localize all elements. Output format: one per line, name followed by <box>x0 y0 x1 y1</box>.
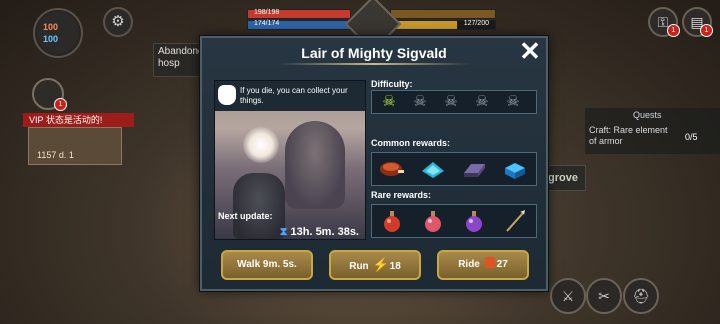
walk-button[interactable]: Walk 9m. 5s. <box>221 250 313 280</box>
notification-badge: 1 <box>700 24 713 37</box>
red-potion-icon[interactable] <box>378 208 406 234</box>
notification-badge: 1 <box>667 24 680 37</box>
skull-icon: ☠ <box>475 93 489 110</box>
quest-count: 0/5 <box>685 132 698 142</box>
raid-modal: Lair of Mighty Sigvald ✕ If you die, you… <box>200 36 548 291</box>
blue-chest-icon[interactable] <box>501 156 529 182</box>
hp-bar: 198/198 <box>247 9 351 19</box>
pink-potion-icon[interactable] <box>419 208 447 234</box>
bag-icon <box>218 85 236 105</box>
skull-icon: ☠ <box>444 93 458 110</box>
spear-icon[interactable] <box>501 208 529 234</box>
blue-crystal-icon[interactable] <box>419 156 447 182</box>
scissors-icon[interactable]: ✂ <box>586 278 622 314</box>
title-divider <box>277 63 471 65</box>
warrior-figure <box>233 173 285 239</box>
run-button[interactable]: Run ⚡18 <box>329 250 421 280</box>
skull-icon: ☠ <box>382 93 396 110</box>
skull-icon: ☠ <box>413 93 427 110</box>
water-value: 100 <box>43 34 59 44</box>
hourglass-icon: ⧗ <box>279 226 288 238</box>
energy-text: 174/174 <box>254 20 280 27</box>
guild-card[interactable]: 1157 d. 1 <box>28 127 122 165</box>
next-update-label: Next update: <box>218 211 273 221</box>
run-cost: 18 <box>389 261 401 272</box>
common-rewards-label: Common rewards: <box>371 138 451 148</box>
cooked-meat-icon[interactable] <box>378 156 406 182</box>
stamina-bar <box>390 9 496 19</box>
purple-potion-icon[interactable] <box>460 208 488 234</box>
helmet-icon[interactable]: ⛑ <box>623 278 659 314</box>
giant-figure <box>285 121 345 209</box>
horse-icon <box>484 257 495 268</box>
food-value: 100 <box>43 22 59 32</box>
guild-text: 1157 d. 1 <box>37 150 74 160</box>
lightning-icon: ⚡ <box>372 257 389 272</box>
close-icon[interactable]: ✕ <box>518 38 542 64</box>
ride-button[interactable]: Ride 27 <box>437 250 529 280</box>
ride-cost: 27 <box>496 259 508 270</box>
hp-text: 198/198 <box>254 9 280 16</box>
notification-badge: 1 <box>54 98 67 111</box>
countdown-timer: ⧗ 13h. 5m. 38s. <box>280 226 359 239</box>
vip-banner[interactable]: VIP 状态是活动的! <box>23 113 134 127</box>
ride-label: Ride <box>458 259 480 270</box>
resource-badge[interactable]: 100 100 <box>33 8 83 58</box>
quest-text: Craft: Rare element of armor <box>589 125 668 146</box>
rare-rewards-row <box>371 204 537 238</box>
modal-title: Lair of Mighty Sigvald <box>301 45 447 61</box>
timer-text: 13h. 5m. 38s. <box>290 226 360 238</box>
quests-panel[interactable]: Quests Craft: Rare element of armor 0/5 <box>585 108 720 154</box>
common-rewards-row <box>371 152 537 186</box>
difficulty-row: ☠ ☠ ☠ ☠ ☠ <box>371 90 537 114</box>
rare-rewards-label: Rare rewards: <box>371 190 432 200</box>
energy-bar: 174/174 <box>247 20 351 30</box>
sword-icon[interactable]: ⚔ <box>550 278 586 314</box>
run-label: Run <box>349 261 369 272</box>
die-notice-panel: If you die, you can collect your things. <box>215 81 365 111</box>
lair-illustration: If you die, you can collect your things.… <box>214 80 366 240</box>
difficulty-label: Difficulty: <box>371 79 413 89</box>
gear-icon[interactable]: ⚙ <box>103 7 133 37</box>
skull-icon: ☠ <box>506 93 520 110</box>
xp-bar: 127/200 <box>390 20 496 30</box>
metal-ingot-icon[interactable] <box>460 156 488 182</box>
die-notice: If you die, you can collect your things. <box>240 86 348 105</box>
xp-text: 127/200 <box>463 20 489 27</box>
sun-glow <box>243 127 279 163</box>
quests-title: Quests <box>633 110 662 120</box>
